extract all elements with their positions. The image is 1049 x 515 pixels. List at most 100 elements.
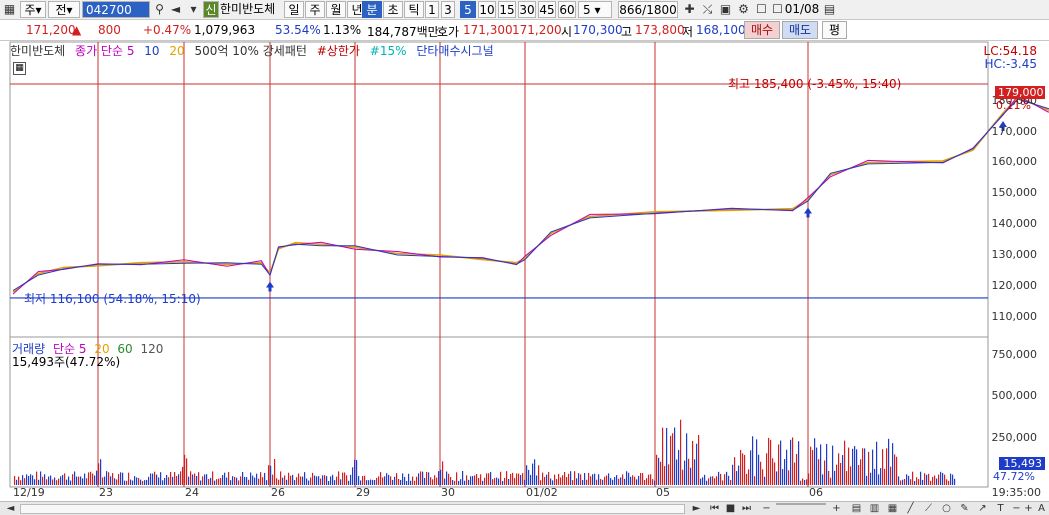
checkbox-icon[interactable]: ☐ [754,2,769,17]
settings-box-icon[interactable]: ▦ [13,62,26,75]
volume-bar [730,479,732,485]
interval-30[interactable]: 30 [518,1,536,18]
volume-bar [298,473,300,485]
sound-icon[interactable]: ◄ [168,2,183,17]
volume-bar [766,453,768,485]
volume-bar [438,471,440,485]
volume-bar [672,433,674,485]
interval-5[interactable]: 5 [460,1,476,18]
low-annotation: 최저 116,100 (54.18%, 15:10) [24,292,201,306]
zoom-out-icon[interactable]: − [760,503,773,514]
prev-select[interactable]: 전▾ [48,1,80,18]
last-icon[interactable]: ⏭ [740,503,753,514]
tool-icon[interactable]: ▦ [886,503,899,514]
period-week[interactable]: 주 [305,1,325,18]
interval-60[interactable]: 60 [558,1,576,18]
interval-15[interactable]: 15 [498,1,516,18]
volume-bar [752,436,754,485]
first-icon[interactable]: ⏮ [708,503,721,514]
tick-tab[interactable]: 틱 [404,1,424,18]
minute-tab[interactable]: 분 [362,1,382,18]
volume-bar [398,478,400,485]
volume-bar [502,480,504,485]
price-volume-chart[interactable] [0,41,1049,501]
zoom-slider[interactable] [776,503,826,505]
volume-bar [36,471,38,485]
plus-icon[interactable]: + [1022,503,1035,514]
checkbox-icon[interactable]: ☐ [770,2,785,17]
volume-bar [464,480,466,485]
chart-icon[interactable]: ⤯ [700,2,715,17]
zoom-in-icon[interactable]: + [830,503,843,514]
volume-bar [824,460,826,485]
volume-bar [246,477,248,485]
volume-bar [432,479,434,485]
volume-bar [946,479,948,485]
interval-select[interactable]: 5 ▾ [578,1,612,18]
panel-icon[interactable]: ▦ [2,2,17,17]
volume-bar [890,466,892,485]
interval-10[interactable]: 10 [478,1,496,18]
interval-45[interactable]: 45 [538,1,556,18]
text-tool-icon[interactable]: T [994,503,1007,514]
legend-ma10: 10 [144,44,160,58]
volume-bar [480,474,482,485]
scroll-thumb[interactable] [20,504,685,514]
sell-button[interactable]: 매도 [782,21,819,39]
tool-icon[interactable]: ▥ [868,503,881,514]
volume-bar [816,447,818,485]
volume-bar [516,473,518,485]
legend-name: 한미반도체 [10,44,66,58]
volume-bar [368,480,370,485]
scroll-left-icon[interactable]: ◄ [4,503,17,514]
volume-bar [682,469,684,485]
period-day[interactable]: 일 [284,1,304,18]
period-month[interactable]: 월 [326,1,346,18]
buy-button[interactable]: 매수 [744,21,781,39]
calendar-icon[interactable]: ▤ [822,2,837,17]
code-input[interactable]: 042700 [82,1,150,18]
volume-bar [186,458,188,485]
interval-3[interactable]: 3 [441,1,455,18]
save-icon[interactable]: ▣ [718,2,733,17]
stop-icon[interactable]: ■ [724,503,737,514]
tool-icon[interactable]: ▤ [850,503,863,514]
volume-bar [332,474,334,485]
scroll-right-icon[interactable]: ► [690,503,703,514]
tool-icon[interactable]: ↗ [976,503,989,514]
eval-button[interactable]: 평 [822,21,848,39]
search-icon[interactable]: ⚲ [152,2,167,17]
volume-bar [208,478,210,485]
volume-bar [520,475,522,485]
tool-icon[interactable]: ○ [940,503,953,514]
tool-icon[interactable]: ╱ [904,503,917,514]
y-tick-label: 130,000 [991,248,1038,261]
volume-bar [172,476,174,485]
volume-bar [666,428,668,485]
volume-bar [68,476,70,485]
volume-bar [782,469,784,485]
volume-bar [952,474,954,485]
tool-icon[interactable]: ✎ [958,503,971,514]
volume-bar [554,474,556,485]
gear-icon[interactable]: ⚙ [736,2,751,17]
high-price: 173,800 [635,23,685,37]
scrollbar[interactable]: ◄ ► ⏮ ■ ⏭ − + ▤ ▥ ▦ ╱ ⟋ ○ ✎ ↗ T − + A [0,501,1049,515]
volume-bar [900,480,902,485]
volume-bar [604,476,606,485]
volume-bar [160,472,162,485]
x-tick-label: 26 [271,486,285,499]
tool-icon[interactable]: ⟋ [922,503,935,514]
volume-bar [642,473,644,485]
second-tab[interactable]: 초 [383,1,403,18]
interval-1[interactable]: 1 [425,1,439,18]
volume-bar [146,479,148,485]
volume-bar [558,473,560,485]
volume-bar [818,459,820,485]
type-select[interactable]: 주▾ [20,1,46,18]
volume-bar [396,473,398,485]
crosshair-icon[interactable]: ✚ [682,2,697,17]
volume-bar [406,480,408,485]
dropdown-icon[interactable]: ▾ [186,2,201,17]
font-icon[interactable]: A [1035,503,1048,514]
